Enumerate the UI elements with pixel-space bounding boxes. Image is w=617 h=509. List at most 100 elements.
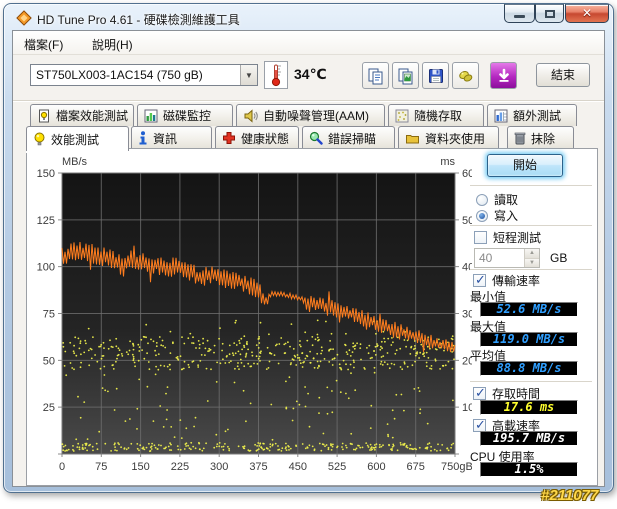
maximize-icon — [545, 10, 555, 18]
transfer-rate-checkbox[interactable]: 傳輸速率 — [473, 272, 540, 289]
svg-text:225: 225 — [171, 461, 189, 473]
screen: HD Tune Pro 4.61 - 硬碟檢測維護工具 ✕ 檔案(F) 說明(H… — [0, 0, 617, 509]
burst-rate-value: 195.7 MB/s — [480, 431, 578, 446]
info-icon — [139, 131, 147, 145]
svg-text:150: 150 — [37, 168, 55, 180]
close-icon: ✕ — [581, 6, 593, 20]
tab-erase[interactable]: 抹除 — [507, 126, 574, 149]
tab-label: 磁碟監控 — [163, 109, 212, 123]
maximize-button[interactable] — [535, 4, 564, 23]
magnifier-icon — [309, 131, 323, 145]
svg-text:40: 40 — [462, 262, 472, 274]
copy-image-icon — [398, 68, 412, 84]
minimize-icon — [514, 15, 525, 18]
tab-label: 檔案效能測試 — [56, 109, 129, 123]
short-test-size-stepper[interactable]: 40 ▲ ▼ — [474, 248, 540, 268]
temperature-value: 34℃ — [294, 66, 327, 82]
short-test-size-value: 40 — [479, 251, 493, 265]
thermometer-icon — [271, 64, 281, 87]
write-radio[interactable]: 寫入 — [476, 207, 518, 224]
minimize-button[interactable] — [504, 4, 535, 23]
separator — [470, 381, 592, 382]
tab-extra-tests[interactable]: 額外測試 — [487, 104, 577, 126]
chevron-down-icon[interactable]: ▼ — [240, 65, 257, 85]
access-time-value: 17.6 ms — [480, 400, 578, 415]
tab-aam[interactable]: 自動噪聲管理(AAM) — [236, 104, 385, 126]
benchmark-chart: MB/s ms 150 125 100 75 50 25 60 50 40 30 20 10 0 75 150 2… — [30, 152, 475, 482]
svg-text:150: 150 — [131, 461, 149, 473]
tab-label: 隨機存取 — [414, 109, 463, 123]
drive-select[interactable]: ST750LX003-1AC154 (750 gB) ▼ — [30, 64, 258, 86]
separator — [470, 225, 592, 226]
close-button[interactable]: ✕ — [565, 4, 609, 23]
svg-text:0: 0 — [59, 461, 65, 473]
save-icon — [428, 68, 443, 83]
svg-text:375: 375 — [249, 461, 267, 473]
watermark: #211077 — [541, 487, 599, 504]
copy-text-button[interactable] — [362, 62, 389, 89]
temperature-box — [264, 61, 288, 89]
stepper-down-icon[interactable]: ▼ — [525, 258, 539, 267]
cpu-usage-value: 1.5% — [480, 462, 578, 477]
separator — [470, 269, 592, 270]
svg-text:25: 25 — [43, 402, 55, 414]
read-radio-label: 讀取 — [494, 193, 519, 207]
update-button[interactable] — [490, 62, 517, 89]
max-value: 119.0 MB/s — [480, 332, 578, 347]
tab-label: 效能測試 — [51, 132, 100, 147]
app-logo-icon — [16, 10, 32, 26]
svg-text:MB/s: MB/s — [62, 156, 88, 168]
tab-file-benchmark[interactable]: 檔案效能測試 — [30, 104, 134, 126]
tab-health[interactable]: 健康狀態 — [215, 126, 299, 149]
read-radio[interactable]: 讀取 — [476, 191, 518, 208]
tab-label: 錯誤掃瞄 — [328, 131, 377, 146]
radio-unselected-icon — [476, 193, 488, 206]
size-unit-label: GB — [550, 251, 568, 265]
random-dots-icon — [395, 109, 409, 122]
menu-file[interactable]: 檔案(F) — [20, 35, 67, 54]
download-arrow-icon — [498, 68, 509, 82]
short-test-label: 短程測試 — [493, 231, 542, 245]
svg-text:100: 100 — [37, 262, 55, 274]
bulb-icon — [34, 132, 45, 145]
folder-icon — [406, 134, 419, 143]
file-benchmark-icon — [39, 109, 49, 122]
tab-info[interactable]: 資訊 — [131, 126, 212, 149]
svg-text:300: 300 — [210, 461, 228, 473]
start-button[interactable]: 開始 — [487, 154, 563, 177]
svg-text:75: 75 — [43, 309, 55, 321]
transfer-rate-label: 傳輸速率 — [492, 274, 541, 288]
tab-benchmark-active[interactable]: 效能測試 — [26, 126, 129, 151]
tab-label: 自動噪聲管理(AAM) — [263, 109, 369, 123]
avg-value: 88.8 MB/s — [480, 361, 578, 376]
svg-text:125: 125 — [37, 215, 55, 227]
speaker-icon — [244, 108, 258, 123]
export-button[interactable] — [452, 62, 479, 89]
svg-text:450: 450 — [289, 461, 307, 473]
min-value: 52.6 MB/s — [480, 302, 578, 317]
tab-folder-usage[interactable]: 資料夾使用 — [398, 126, 499, 149]
save-button[interactable] — [422, 62, 449, 89]
svg-text:675: 675 — [407, 461, 425, 473]
stepper-arrows[interactable]: ▲ ▼ — [524, 249, 539, 267]
tab-disk-monitor[interactable]: 磁碟監控 — [137, 104, 233, 126]
tab-label: 健康狀態 — [241, 131, 290, 146]
tab-error-scan[interactable]: 錯誤掃瞄 — [302, 126, 395, 149]
tab-random-access[interactable]: 隨機存取 — [388, 104, 484, 126]
checkbox-checked-icon — [473, 385, 486, 401]
health-cross-icon — [223, 132, 235, 144]
copy-image-button[interactable] — [392, 62, 419, 89]
copy-text-icon — [368, 68, 382, 84]
svg-text:750gB: 750gB — [441, 461, 472, 473]
bar-chart-icon — [144, 109, 158, 122]
exit-button[interactable]: 結束 — [536, 63, 590, 87]
svg-text:75: 75 — [95, 461, 107, 473]
tab-label: 抹除 — [531, 131, 556, 146]
checkbox-unchecked-icon — [474, 231, 487, 244]
tab-label: 額外測試 — [513, 109, 562, 123]
short-test-checkbox[interactable]: 短程測試 — [474, 229, 541, 246]
stepper-up-icon[interactable]: ▲ — [525, 249, 539, 259]
trash-icon — [514, 132, 526, 145]
svg-text:50: 50 — [43, 355, 55, 367]
menu-help[interactable]: 說明(H) — [88, 35, 137, 54]
